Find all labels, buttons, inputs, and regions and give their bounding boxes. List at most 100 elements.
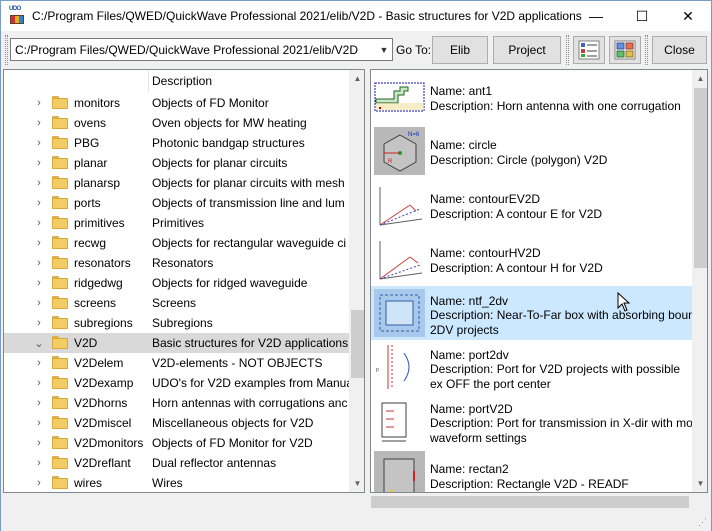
folder-row[interactable]: › monitors Objects of FD Monitor	[4, 93, 349, 113]
scroll-thumb[interactable]	[694, 88, 707, 268]
path-combobox[interactable]: C:/Program Files/QWED/QuickWave Professi…	[10, 38, 393, 61]
chevron-right-icon[interactable]: ›	[34, 257, 44, 269]
folder-row[interactable]: › ovens Oven objects for MW heating	[4, 113, 349, 133]
column-header[interactable]: Description	[4, 70, 349, 92]
item-description: Description: Circle (polygon) V2D	[430, 153, 608, 167]
list-item[interactable]: Name: portV2D Description: Port for tran…	[371, 394, 693, 448]
folder-row[interactable]: › V2Dmiscel Miscellaneous objects for V2D	[4, 413, 349, 433]
chevron-right-icon[interactable]: ›	[34, 397, 44, 409]
chevron-right-icon[interactable]: ›	[34, 217, 44, 229]
list-item[interactable]: Name: ant1 Description: Horn antenna wit…	[371, 70, 692, 124]
object-list-pane[interactable]: Name: ant1 Description: Horn antenna wit…	[370, 69, 708, 493]
folder-row[interactable]: › V2Dreflant Dual reflector antennas	[4, 453, 349, 473]
status-bar: ⋰	[1, 513, 711, 531]
list-item-selected[interactable]: Name: ntf_2dv Description: Near-To-Far b…	[371, 286, 695, 340]
circle-thumbnail: R N=6	[374, 127, 425, 175]
svg-text:R: R	[388, 159, 393, 165]
list-item[interactable]: Name: contourEV2D Description: A contour…	[371, 178, 692, 232]
goto-label: Go To:	[396, 43, 432, 57]
folder-row[interactable]: › screens Screens	[4, 293, 349, 313]
folder-icon	[52, 316, 68, 329]
folder-row[interactable]: › recwg Objects for rectangular waveguide …	[4, 233, 349, 253]
thumbnail-view-icon[interactable]	[609, 36, 641, 64]
folder-icon	[52, 296, 68, 309]
description-column-header[interactable]: Description	[152, 74, 212, 88]
toolbar: C:/Program Files/QWED/QuickWave Professi…	[1, 31, 711, 69]
chevron-right-icon[interactable]: ›	[34, 357, 44, 369]
resize-grip-icon[interactable]: ⋰	[698, 517, 707, 528]
folder-row[interactable]: › PBG Photonic bandgap structures	[4, 133, 349, 153]
minimize-button[interactable]: —	[573, 1, 619, 31]
folder-icon	[52, 116, 68, 129]
folder-description: Objects for planar circuits	[152, 156, 288, 170]
right-horizontal-scrollbar[interactable]	[370, 493, 708, 510]
folder-row[interactable]: › V2Delem V2D-elements - NOT OBJECTS	[4, 353, 349, 373]
folder-row[interactable]: › V2Dmonitors Objects of FD Monitor for V2…	[4, 433, 349, 453]
list-item[interactable]: Name: rectan2 Description: Rectangle V2D…	[371, 448, 692, 492]
chevron-down-icon[interactable]: ⌄	[34, 337, 44, 350]
chevron-right-icon[interactable]: ›	[34, 237, 44, 249]
chevron-right-icon[interactable]: ›	[34, 437, 44, 449]
elib-button[interactable]: Elib	[432, 36, 488, 64]
item-name: Name: contourHV2D	[430, 246, 541, 260]
folder-description: Objects of FD Monitor for V2D	[152, 436, 313, 450]
chevron-down-icon[interactable]: ▼	[376, 45, 392, 55]
title-bar[interactable]: UDO C:/Program Files/QWED/QuickWave Prof…	[1, 1, 711, 31]
folder-icon	[52, 96, 68, 109]
close-button[interactable]: Close	[652, 36, 707, 64]
folder-row[interactable]: › ports Objects of transmission line and l…	[4, 193, 349, 213]
horizontal-scroll-thumb[interactable]	[371, 496, 689, 508]
project-button[interactable]: Project	[493, 36, 561, 64]
chevron-right-icon[interactable]: ›	[34, 297, 44, 309]
chevron-right-icon[interactable]: ›	[34, 477, 44, 489]
app-icon-text: UDO	[9, 6, 21, 12]
folder-row-selected[interactable]: ⌄ V2D Basic structures for V2D application…	[4, 333, 349, 353]
chevron-right-icon[interactable]: ›	[34, 317, 44, 329]
folder-row[interactable]: › wires Wires	[4, 473, 349, 492]
scroll-up-arrow-icon[interactable]: ▲	[349, 70, 364, 87]
close-window-button[interactable]: ✕	[665, 1, 711, 31]
chevron-right-icon[interactable]: ›	[34, 277, 44, 289]
folder-icon	[52, 376, 68, 389]
list-item[interactable]: R N=6 Name: circle Description: Circle (…	[371, 124, 692, 178]
chevron-right-icon[interactable]: ›	[34, 177, 44, 189]
folder-row[interactable]: › V2Dhorns Horn antennas with corrugations…	[4, 393, 349, 413]
chevron-right-icon[interactable]: ›	[34, 197, 44, 209]
folder-row[interactable]: › ridgedwg Objects for ridged waveguide	[4, 273, 349, 293]
folder-icon	[52, 476, 68, 489]
chevron-right-icon[interactable]: ›	[34, 117, 44, 129]
folder-row[interactable]: › planar Objects for planar circuits	[4, 153, 349, 173]
chevron-right-icon[interactable]: ›	[34, 417, 44, 429]
chevron-right-icon[interactable]: ›	[34, 377, 44, 389]
item-description: Description: Rectangle V2D - READF	[430, 477, 629, 491]
item-name: Name: ant1	[430, 84, 493, 98]
chevron-right-icon[interactable]: ›	[34, 97, 44, 109]
folder-name: resonators	[74, 256, 131, 270]
folder-row[interactable]: › planarsp Objects for planar circuits wit…	[4, 173, 349, 193]
folder-description: Subregions	[152, 316, 213, 330]
folder-row[interactable]: › V2Dexamp UDO's for V2D examples from Man…	[4, 373, 353, 393]
folder-row[interactable]: › resonators Resonators	[4, 253, 349, 273]
circle-thumb-label: N=6	[408, 132, 420, 138]
folder-description: Objects of FD Monitor	[152, 96, 269, 110]
chevron-right-icon[interactable]: ›	[34, 457, 44, 469]
scroll-up-arrow-icon[interactable]: ▲	[692, 70, 707, 87]
folder-description: Objects for rectangular waveguide ci	[152, 236, 347, 250]
scroll-down-arrow-icon[interactable]: ▼	[692, 475, 707, 492]
folder-description: Horn antennas with corrugations anc	[152, 396, 348, 410]
chevron-right-icon[interactable]: ›	[34, 137, 44, 149]
chevron-right-icon[interactable]: ›	[34, 157, 44, 169]
list-item[interactable]: p Name: port2dv Description: Port for V2…	[371, 340, 692, 394]
scroll-thumb[interactable]	[351, 310, 364, 378]
maximize-button[interactable]: ☐	[619, 1, 665, 31]
left-vertical-scrollbar[interactable]: ▲ ▼	[349, 70, 364, 492]
list-item[interactable]: Name: contourHV2D Description: A contour…	[371, 232, 692, 286]
folder-name: screens	[74, 296, 117, 310]
scroll-down-arrow-icon[interactable]: ▼	[349, 475, 364, 492]
list-view-icon[interactable]	[573, 36, 605, 64]
folder-row[interactable]: › subregions Subregions	[4, 313, 349, 333]
folder-row[interactable]: › primitives Primitives	[4, 213, 349, 233]
folder-tree-pane[interactable]: Description › monitors Objects of FD Monit…	[3, 69, 365, 493]
right-vertical-scrollbar[interactable]: ▲ ▼	[692, 70, 707, 492]
folder-icon	[52, 456, 68, 469]
